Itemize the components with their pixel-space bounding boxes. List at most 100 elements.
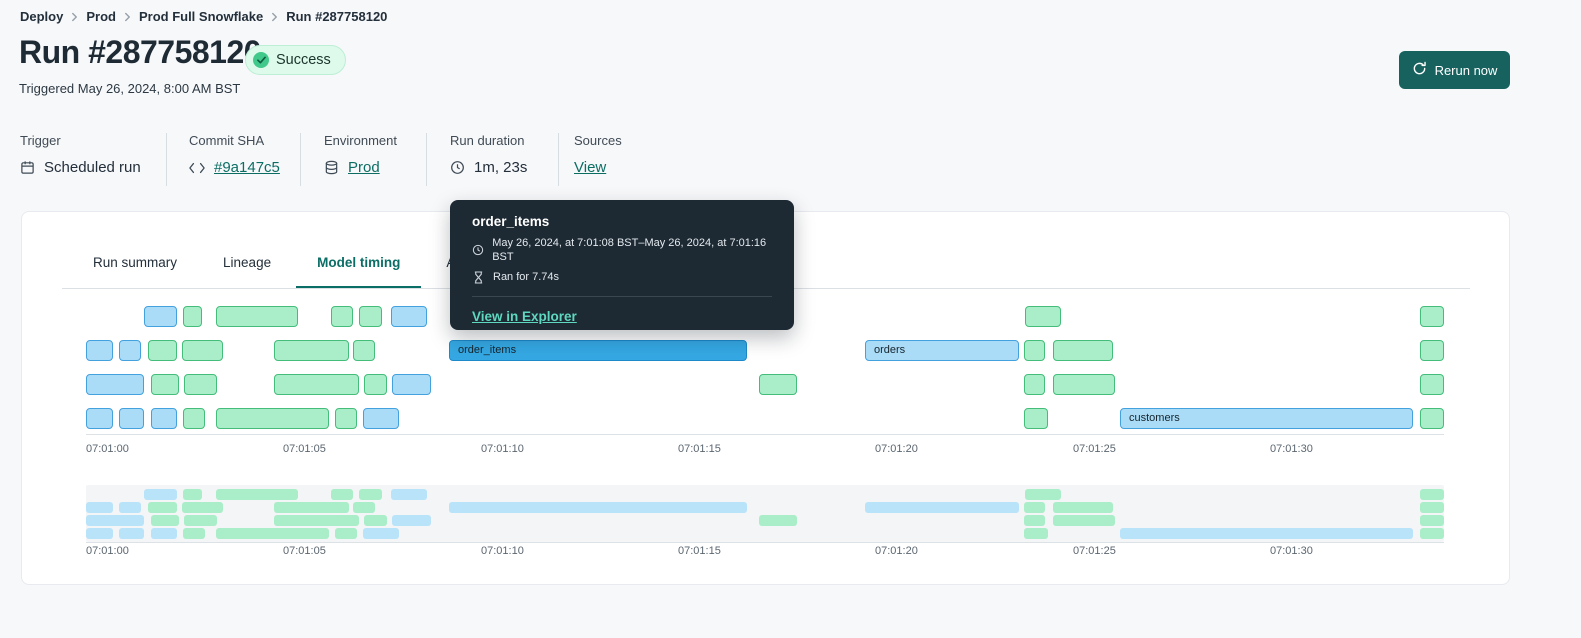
timing-bar[interactable] bbox=[335, 408, 357, 429]
timing-bar[interactable] bbox=[364, 374, 387, 395]
detail-col-commit-sha: Commit SHA #9a147c5 bbox=[189, 133, 280, 176]
view-in-explorer-link[interactable]: View in Explorer bbox=[472, 309, 577, 324]
timing-bar[interactable] bbox=[148, 340, 177, 361]
time-tick-label: 07:01:25 bbox=[1073, 545, 1116, 557]
rerun-now-label: Rerun now bbox=[1434, 62, 1498, 78]
time-tick-label: 07:01:15 bbox=[678, 545, 721, 557]
timing-bar-customers[interactable]: customers bbox=[1120, 408, 1413, 429]
detail-label: Environment bbox=[324, 133, 397, 148]
detail-value-commit-sha[interactable]: #9a147c5 bbox=[214, 159, 280, 176]
minimap-bar bbox=[274, 502, 349, 513]
tooltip-model-name: order_items bbox=[472, 214, 550, 229]
breadcrumb-item-prod[interactable]: Prod bbox=[86, 9, 116, 24]
timing-bar[interactable] bbox=[1024, 408, 1048, 429]
hourglass-icon bbox=[472, 270, 485, 284]
triggered-timestamp: Triggered May 26, 2024, 8:00 AM BST bbox=[19, 81, 241, 96]
minimap-bar bbox=[183, 528, 205, 539]
minimap-bar bbox=[1053, 515, 1115, 526]
timing-bar[interactable] bbox=[1420, 340, 1444, 361]
time-tick-label: 07:01:05 bbox=[283, 545, 326, 557]
minimap-bar bbox=[183, 489, 202, 500]
timing-bar[interactable] bbox=[1420, 408, 1444, 429]
detail-col-sources: Sources View bbox=[574, 133, 622, 176]
detail-divider bbox=[300, 133, 301, 186]
time-tick-label: 07:01:05 bbox=[283, 443, 326, 455]
tooltip-duration: Ran for 7.74s bbox=[493, 271, 560, 283]
timing-bar[interactable] bbox=[331, 306, 353, 327]
timing-bar[interactable] bbox=[359, 306, 382, 327]
timing-bar[interactable] bbox=[151, 374, 179, 395]
timing-bar[interactable] bbox=[86, 340, 113, 361]
minimap-bar bbox=[449, 502, 747, 513]
time-tick-label: 07:01:25 bbox=[1073, 443, 1116, 455]
timing-bar[interactable] bbox=[363, 408, 399, 429]
chevron-right-icon bbox=[271, 12, 278, 22]
status-badge: Success bbox=[245, 45, 346, 75]
timing-bar[interactable] bbox=[86, 408, 113, 429]
timing-bar[interactable] bbox=[182, 340, 223, 361]
rerun-now-button[interactable]: Rerun now bbox=[1399, 51, 1510, 89]
minimap-bar bbox=[216, 489, 298, 500]
detail-value-sources[interactable]: View bbox=[574, 159, 606, 176]
minimap-bar bbox=[1024, 502, 1045, 513]
timing-bar[interactable] bbox=[759, 374, 797, 395]
timing-bar[interactable] bbox=[216, 306, 298, 327]
timing-bar[interactable] bbox=[1420, 306, 1444, 327]
timing-bar[interactable] bbox=[1420, 374, 1444, 395]
tooltip-divider bbox=[472, 296, 772, 297]
tab-run-summary[interactable]: Run summary bbox=[72, 254, 198, 289]
detail-label: Trigger bbox=[20, 133, 61, 148]
minimap-bar bbox=[86, 502, 113, 513]
time-tick-label: 07:01:30 bbox=[1270, 443, 1313, 455]
minimap-bar bbox=[865, 502, 1019, 513]
timing-bar[interactable] bbox=[391, 306, 427, 327]
timing-bar[interactable] bbox=[183, 306, 202, 327]
success-check-icon bbox=[253, 52, 269, 68]
minimap-axis-line bbox=[86, 542, 1444, 543]
breadcrumb-item-prod-full-snowflake[interactable]: Prod Full Snowflake bbox=[139, 9, 263, 24]
timing-bar-order-items[interactable]: order_items bbox=[449, 340, 747, 361]
minimap-bar bbox=[151, 515, 179, 526]
timing-bar[interactable] bbox=[353, 340, 375, 361]
detail-value-environment[interactable]: Prod bbox=[348, 159, 380, 176]
timing-bar[interactable] bbox=[274, 374, 359, 395]
minimap-bar bbox=[1024, 528, 1048, 539]
timing-bar[interactable] bbox=[119, 408, 144, 429]
timing-bar[interactable] bbox=[151, 408, 177, 429]
minimap-bar bbox=[759, 515, 797, 526]
tab-lineage[interactable]: Lineage bbox=[202, 254, 292, 289]
tab-model-timing[interactable]: Model timing bbox=[296, 254, 422, 289]
time-tick-label: 07:01:20 bbox=[875, 545, 918, 557]
minimap-bar bbox=[392, 515, 431, 526]
clock-icon bbox=[450, 160, 465, 175]
timing-bar[interactable] bbox=[1024, 340, 1045, 361]
timing-bar[interactable] bbox=[1024, 374, 1045, 395]
detail-value-trigger: Scheduled run bbox=[44, 159, 141, 176]
timing-bar[interactable] bbox=[1053, 340, 1113, 361]
timing-bar[interactable] bbox=[183, 408, 205, 429]
timing-bar[interactable] bbox=[1025, 306, 1061, 327]
timing-bar[interactable] bbox=[392, 374, 431, 395]
minimap-bar bbox=[364, 515, 387, 526]
timing-bar[interactable] bbox=[86, 374, 144, 395]
timing-bar[interactable] bbox=[119, 340, 141, 361]
breadcrumb-item-deploy[interactable]: Deploy bbox=[20, 9, 63, 24]
time-tick-label: 07:01:20 bbox=[875, 443, 918, 455]
timing-bar[interactable] bbox=[144, 306, 177, 327]
timing-bar[interactable] bbox=[1053, 374, 1115, 395]
minimap-bar bbox=[1420, 528, 1444, 539]
timing-bar[interactable] bbox=[216, 408, 329, 429]
minimap-bar bbox=[148, 502, 177, 513]
timing-bar-orders[interactable]: orders bbox=[865, 340, 1019, 361]
time-tick-label: 07:01:00 bbox=[86, 443, 129, 455]
page-background: Deploy Prod Prod Full Snowflake Run #287758… bbox=[0, 0, 1581, 638]
detail-divider bbox=[166, 133, 167, 186]
minimap-bar bbox=[1120, 528, 1413, 539]
chevron-right-icon bbox=[124, 12, 131, 22]
minimap-bar bbox=[151, 528, 177, 539]
minimap-bar bbox=[144, 489, 177, 500]
detail-divider bbox=[558, 133, 559, 186]
timing-bar[interactable] bbox=[184, 374, 217, 395]
run-details-strip: Trigger Scheduled run Commit SHA #9a147c5 En… bbox=[0, 133, 1581, 189]
timing-bar[interactable] bbox=[274, 340, 349, 361]
